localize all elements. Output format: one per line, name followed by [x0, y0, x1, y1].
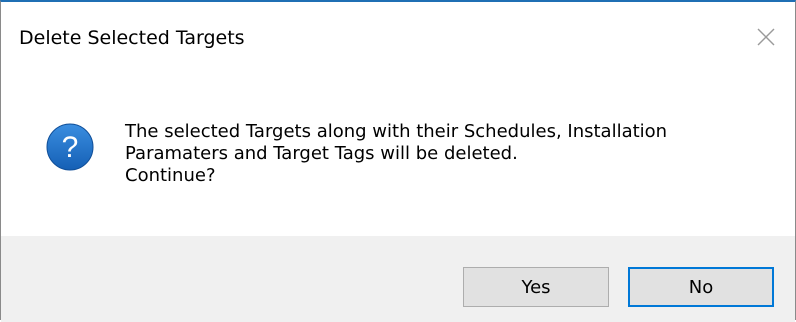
dialog-title: Delete Selected Targets — [19, 27, 245, 49]
close-button[interactable] — [751, 22, 781, 52]
svg-text:?: ? — [62, 131, 79, 164]
no-button[interactable]: No — [628, 267, 774, 307]
close-icon — [757, 28, 775, 46]
question-icon: ? — [46, 123, 94, 171]
dialog-button-bar: Yes No — [1, 236, 795, 322]
dialog-message: The selected Targets along with their Sc… — [125, 121, 775, 187]
message-line: Continue? — [125, 165, 216, 186]
dialog-titlebar[interactable]: Delete Selected Targets — [1, 2, 795, 68]
yes-button[interactable]: Yes — [463, 267, 609, 307]
message-line: The selected Targets along with their Sc… — [125, 121, 668, 142]
message-line: Paramaters and Target Tags will be delet… — [125, 143, 518, 164]
delete-targets-dialog: Delete Selected Targets ? The selected T… — [0, 0, 796, 322]
dialog-content: ? The selected Targets along with their … — [1, 68, 795, 236]
